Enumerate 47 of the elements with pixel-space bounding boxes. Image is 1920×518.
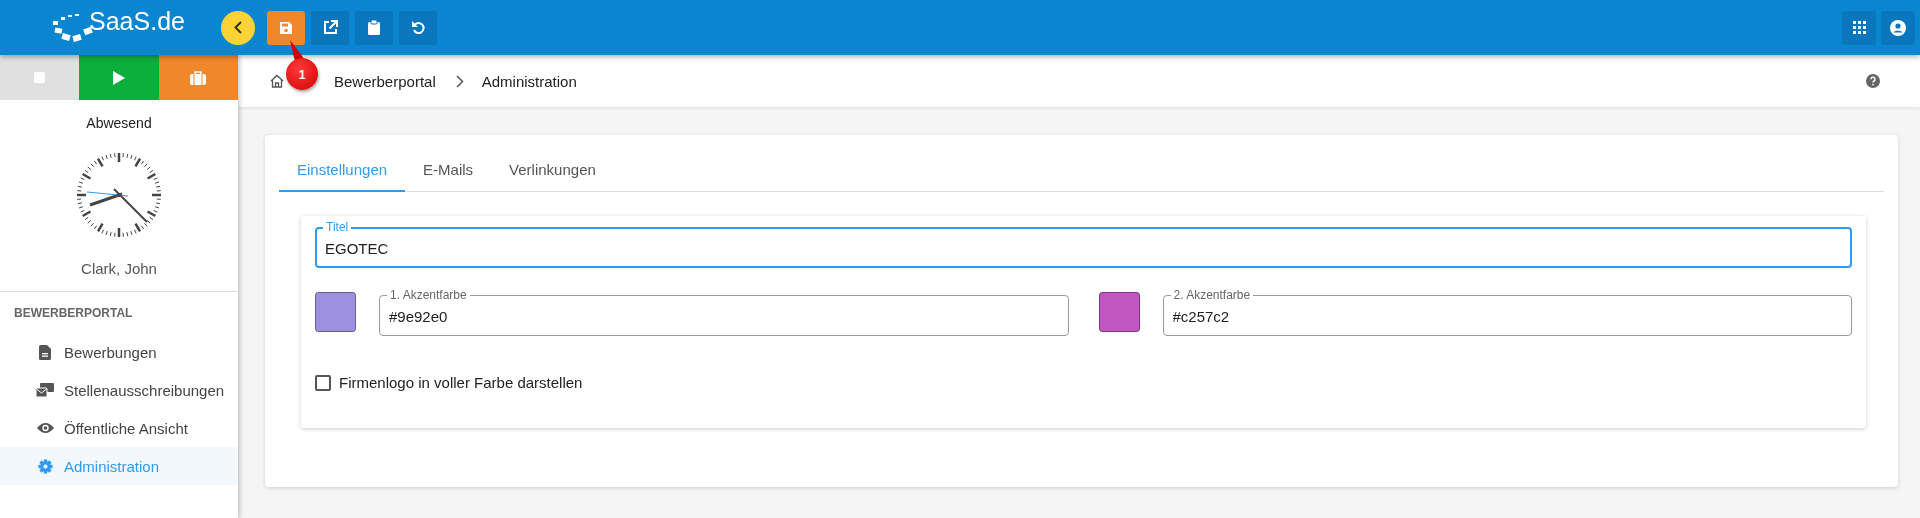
toolbar-button[interactable] [311, 10, 349, 45]
eye-icon [36, 422, 54, 434]
help-icon[interactable] [1866, 74, 1880, 88]
apps-grid-icon [1852, 21, 1866, 34]
stop-icon [34, 72, 46, 83]
color-swatch[interactable] [1098, 292, 1140, 332]
checkbox[interactable] [315, 374, 331, 391]
play-button[interactable] [79, 55, 159, 100]
text-input[interactable]: #c257c2 [1172, 307, 1794, 325]
settings-icon [37, 458, 53, 474]
tab[interactable]: E-Mails [405, 147, 492, 192]
toolbar-button[interactable] [355, 10, 393, 45]
sidebar-item[interactable]: Öffentliche Ansicht [0, 409, 238, 447]
text-input[interactable]: EGOTEC [325, 239, 1709, 257]
checkbox-label: Firmenlogo in voller Farbe darstellen [339, 374, 583, 391]
undo-icon [410, 20, 426, 35]
tab[interactable]: Verlinkungen [491, 147, 614, 192]
sidebar-item[interactable]: Bewerbungen [0, 333, 238, 371]
home-icon[interactable] [270, 74, 284, 88]
color-field[interactable]: 1. Akzentfarbe #9e92e0 [379, 288, 1069, 336]
suitcase-icon [190, 70, 207, 85]
toolbar-button[interactable] [399, 10, 437, 45]
play-icon [113, 70, 125, 85]
document-icon [39, 344, 51, 360]
text-input[interactable]: #9e92e0 [389, 307, 1010, 325]
logo-text: SaaS.de [89, 7, 185, 36]
breadcrumb-link[interactable]: Bewerberportal [334, 72, 436, 90]
back-button[interactable] [221, 10, 255, 45]
break-button[interactable] [158, 55, 238, 100]
apps-button[interactable] [1842, 10, 1876, 45]
breadcrumb-link[interactable]: Administration [481, 72, 577, 90]
envelope-board-icon [36, 383, 54, 397]
color-swatch[interactable] [315, 292, 356, 332]
chevron-right-icon [455, 74, 464, 88]
section-heading: BEWERBERPORTAL [14, 306, 134, 320]
account-button[interactable] [1881, 10, 1915, 45]
sidebar-item[interactable]: Stellenausschreibungen [0, 371, 238, 409]
status-text: Abwesend [85, 115, 153, 131]
user-name: Clark, John [80, 260, 158, 277]
external-link-icon [322, 20, 338, 35]
clipboard-icon [368, 20, 380, 35]
save-icon [279, 20, 293, 35]
account-icon [1890, 19, 1906, 36]
title-field[interactable]: Titel EGOTEC [315, 220, 1852, 268]
color-field[interactable]: 2. Akzentfarbe #c257c2 [1162, 288, 1852, 336]
chevron-left-icon [234, 21, 242, 34]
toolbar-button[interactable] [267, 10, 305, 45]
